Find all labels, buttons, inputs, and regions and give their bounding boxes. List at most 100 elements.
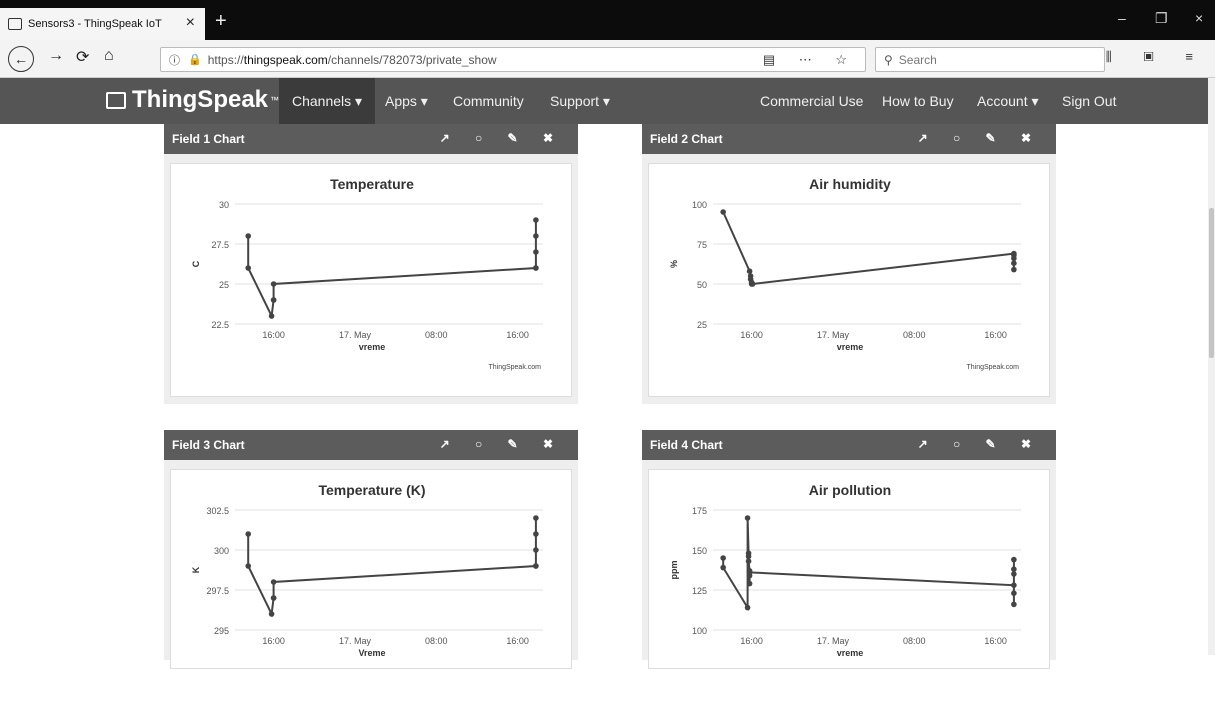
y-axis-label: % [669,260,679,268]
credit-label: ThingSpeak.com [966,364,1019,371]
field-2-panel: Field 2 Chart ↗ ○ ✎ ✖ Air humidity 100 75 5… [642,124,1056,404]
data-point [270,281,277,287]
y-tick-label: 25 [697,320,707,330]
x-tick-label: 08:00 [903,330,926,340]
panel-title: Field 4 Chart [650,438,723,452]
nav-community[interactable]: Community [440,78,537,124]
thingspeak-header: ThingSpeak ™ Channels ▾ Apps ▾ Community … [0,78,1208,124]
data-point [533,563,539,569]
data-point [745,558,752,564]
x-tick-label: 17. May [817,330,850,340]
data-point [744,515,751,521]
panel-header: Field 4 Chart ↗ ○ ✎ ✖ [642,430,1056,460]
data-point [533,249,539,255]
y-axis-label: C [191,260,201,267]
y-tick-label: 297.5 [206,586,229,596]
x-tick-label: 08:00 [903,636,926,646]
info-icon[interactable]: ⓘ [169,52,180,68]
y-tick-label: 50 [697,280,707,290]
thingspeak-logo[interactable]: ThingSpeak ™ [106,86,279,114]
data-point [268,611,275,617]
search-input[interactable]: ⚲ Search [875,47,1105,72]
panel-tools[interactable]: ↗ ○ ✎ ✖ [440,437,564,451]
y-tick-label: 22.5 [211,320,229,330]
nav-support[interactable]: Support ▾ [537,78,623,124]
data-point [533,217,539,223]
x-tick-label: 08:00 [425,636,448,646]
y-tick-label: 300 [214,546,229,556]
data-point [746,580,753,587]
data-point [270,595,277,601]
y-tick-label: 100 [692,626,707,636]
panel-header: Field 1 Chart ↗ ○ ✎ ✖ [164,124,578,154]
data-point [245,265,252,271]
x-axis-label: vreme [359,342,386,352]
data-point [245,233,252,239]
x-tick-label: 16:00 [984,636,1007,646]
home-icon[interactable]: ⌂ [104,47,114,65]
nav-sign-out[interactable]: Sign Out [1049,78,1129,124]
chart-container: Temperature 30 27.5 25 22.5 16:00 17. May 08:00… [170,163,572,397]
reload-icon[interactable]: ⟳ [76,47,89,67]
y-tick-label: 175 [692,506,707,516]
data-point [1011,566,1017,572]
nav-commercial-use[interactable]: Commercial Use [747,78,876,124]
data-point [533,233,539,239]
data-point [1011,260,1017,266]
forward-icon[interactable]: → [48,47,64,65]
y-axis-label: ppm [669,561,679,580]
series-line [247,518,537,618]
field-4-panel: Field 4 Chart ↗ ○ ✎ ✖ Air pollution 175 15… [642,430,1056,669]
back-icon[interactable]: ← [8,46,34,72]
browser-tab-bar: Sensors3 - ThingSpeak IoT × + – ❐ × [0,0,1215,40]
x-tick-label: 16:00 [262,330,285,340]
nav-apps[interactable]: Apps ▾ [372,78,441,124]
panel-tools[interactable]: ↗ ○ ✎ ✖ [918,437,1042,451]
browser-tab[interactable]: Sensors3 - ThingSpeak IoT × [0,8,205,40]
chart-title: Air humidity [809,176,891,192]
nav-how-to-buy[interactable]: How to Buy [869,78,967,124]
data-point [245,563,252,569]
data-point [1011,590,1017,596]
data-point [533,547,539,553]
page-scrollbar[interactable] [1208,78,1215,655]
panel-header: Field 2 Chart ↗ ○ ✎ ✖ [642,124,1056,154]
x-tick-label: 16:00 [740,330,763,340]
data-point [1011,556,1017,563]
data-point [744,604,751,611]
data-point [533,515,539,521]
browser-navigation-bar: ← → ⟳ ⌂ ⓘ 🔒 https://thingspeak.com/chann… [0,40,1215,78]
x-tick-label: 16:00 [262,636,285,646]
x-tick-label: 16:00 [984,330,1007,340]
series-line [722,517,1015,612]
x-axis-label: vreme [837,648,864,658]
chart-title: Temperature (K) [318,482,425,498]
data-point [533,531,539,537]
search-icon: ⚲ [884,52,893,67]
toolbar-icons[interactable]: ⫼ ▣ ≡ [1106,49,1207,65]
nav-channels[interactable]: Channels ▾ [279,78,376,124]
nav-account[interactable]: Account ▾ [964,78,1052,124]
panel-tools[interactable]: ↗ ○ ✎ ✖ [440,131,564,145]
y-tick-label: 302.5 [206,506,229,516]
url-actions[interactable]: ▤ ⋯ ☆ [763,52,857,68]
data-point [268,313,275,319]
panel-header: Field 3 Chart ↗ ○ ✎ ✖ [164,430,578,460]
panel-tools[interactable]: ↗ ○ ✎ ✖ [918,131,1042,145]
new-tab-icon[interactable]: + [215,10,227,33]
data-point [720,564,726,571]
data-point [1011,266,1017,273]
minimize-icon[interactable]: – [1118,10,1126,26]
address-bar[interactable]: ⓘ 🔒 https://thingspeak.com/channels/7820… [160,47,866,72]
x-tick-label: 17. May [817,636,850,646]
series-line [722,211,1015,285]
x-tick-label: 16:00 [740,636,763,646]
close-tab-icon[interactable]: × [186,14,195,32]
air-pollution-chart: Air pollution 175 150 125 100 16:00 17. May 08:… [669,482,1021,658]
search-placeholder: Search [898,52,937,67]
x-axis-label: vreme [837,342,864,352]
scroll-thumb[interactable] [1209,208,1214,358]
y-tick-label: 100 [692,200,707,210]
window-close-icon[interactable]: × [1195,10,1203,26]
restore-icon[interactable]: ❐ [1155,10,1168,27]
